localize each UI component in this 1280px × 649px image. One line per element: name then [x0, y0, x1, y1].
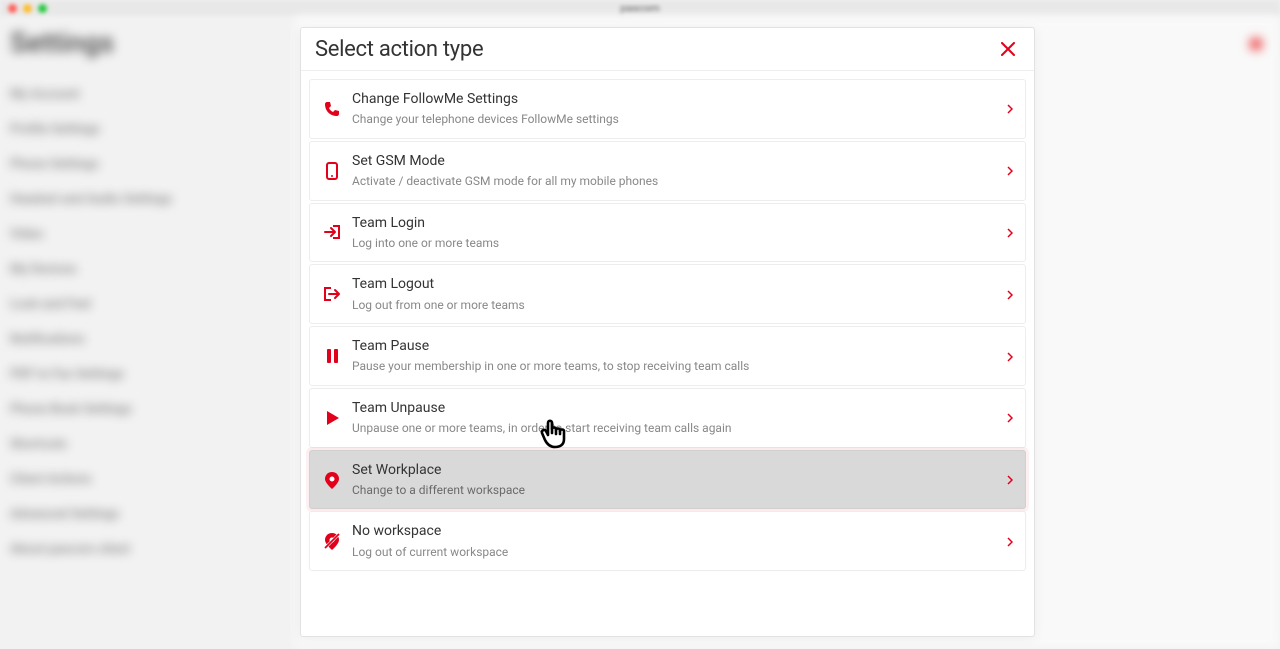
action-desc: Unpause one or more teams, in order to s… [352, 421, 1007, 437]
pin-icon [320, 471, 344, 489]
chevron-right-icon [1007, 161, 1013, 180]
settings-heading: Settings [10, 26, 295, 59]
action-team-login[interactable]: Team Login Log into one or more teams [309, 203, 1026, 263]
modal-body: Change FollowMe Settings Change your tele… [301, 71, 1034, 636]
sidebar-item: Phone Settings [10, 147, 295, 182]
action-desc: Activate / deactivate GSM mode for all m… [352, 174, 1007, 190]
sidebar-item: PDF to Fax Settings [10, 357, 295, 392]
action-desc: Log into one or more teams [352, 236, 1007, 252]
chevron-right-icon [1007, 408, 1013, 427]
action-set-workplace[interactable]: Set Workplace Change to a different works… [309, 450, 1026, 510]
action-texts: Set Workplace Change to a different works… [352, 461, 1007, 499]
sidebar-item: Notifications [10, 322, 295, 357]
sidebar-item: Profile Settings [10, 112, 295, 147]
sidebar-item: Advanced Settings [10, 497, 295, 532]
modal-header: Select action type [301, 28, 1034, 71]
sidebar-item: My Account [10, 77, 295, 112]
titlebar: pascom [0, 0, 1280, 16]
chevron-right-icon [1007, 532, 1013, 551]
sidebar-item: Look and Feel [10, 287, 295, 322]
chevron-right-icon [1007, 99, 1013, 118]
action-set-gsm-mode[interactable]: Set GSM Mode Activate / deactivate GSM mo… [309, 141, 1026, 201]
chevron-right-icon [1007, 470, 1013, 489]
action-texts: Team Logout Log out from one or more team… [352, 275, 1007, 313]
action-title: Team Pause [352, 337, 1007, 355]
action-desc: Change your telephone devices FollowMe s… [352, 112, 1007, 128]
action-change-followme-settings[interactable]: Change FollowMe Settings Change your tele… [309, 79, 1026, 139]
sidebar-item: Video [10, 217, 295, 252]
action-desc: Pause your membership in one or more tea… [352, 359, 1007, 375]
action-team-logout[interactable]: Team Logout Log out from one or more team… [309, 264, 1026, 324]
sidebar-item: Client Actions [10, 462, 295, 497]
close-button[interactable] [996, 37, 1020, 61]
sidebar-item: About pascom client [10, 532, 295, 567]
action-texts: No workspace Log out of current workspace [352, 522, 1007, 560]
chevron-right-icon [1007, 223, 1013, 242]
app-title: pascom [620, 2, 660, 15]
action-team-pause[interactable]: Team Pause Pause your membership in one o… [309, 326, 1026, 386]
action-title: Set GSM Mode [352, 152, 1007, 170]
action-texts: Change FollowMe Settings Change your tele… [352, 90, 1007, 128]
chevron-right-icon [1007, 285, 1013, 304]
close-icon [1001, 42, 1015, 56]
action-title: Team Login [352, 214, 1007, 232]
action-texts: Team Login Log into one or more teams [352, 214, 1007, 252]
mobile-icon [320, 162, 344, 180]
action-team-unpause[interactable]: Team Unpause Unpause one or more teams, i… [309, 388, 1026, 448]
action-title: Set Workplace [352, 461, 1007, 479]
action-texts: Team Pause Pause your membership in one o… [352, 337, 1007, 375]
sidebar-item: Headset and Audio Settings [10, 182, 295, 217]
modal-title: Select action type [315, 37, 483, 62]
action-no-workspace[interactable]: No workspace Log out of current workspace [309, 511, 1026, 571]
phone-icon [320, 100, 344, 118]
panel-close-bg [1250, 38, 1262, 50]
logout-icon [320, 285, 344, 303]
traffic-light-min [23, 4, 32, 13]
action-desc: Change to a different workspace [352, 483, 1007, 499]
traffic-light-max [38, 4, 47, 13]
login-icon [320, 223, 344, 241]
sidebar-item: Phone Book Settings [10, 392, 295, 427]
action-title: Change FollowMe Settings [352, 90, 1007, 108]
action-desc: Log out of current workspace [352, 545, 1007, 561]
chevron-right-icon [1007, 347, 1013, 366]
action-desc: Log out from one or more teams [352, 298, 1007, 314]
action-texts: Team Unpause Unpause one or more teams, i… [352, 399, 1007, 437]
action-title: Team Logout [352, 275, 1007, 293]
traffic-light-close [8, 4, 17, 13]
select-action-type-modal: Select action type Change FollowMe Setti… [300, 27, 1035, 637]
sidebar-item: Shortcuts [10, 427, 295, 462]
pause-icon [320, 347, 344, 365]
pin-off-icon [320, 532, 344, 550]
sidebar-item: My Devices [10, 252, 295, 287]
action-title: Team Unpause [352, 399, 1007, 417]
action-texts: Set GSM Mode Activate / deactivate GSM mo… [352, 152, 1007, 190]
play-icon [320, 409, 344, 427]
action-title: No workspace [352, 522, 1007, 540]
